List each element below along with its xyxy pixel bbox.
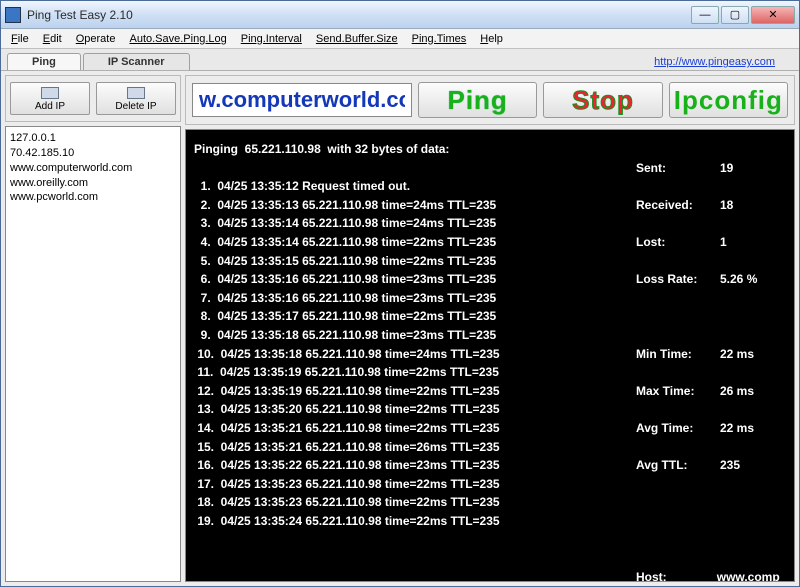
menubar: File Edit Operate Auto.Save.Ping.Log Pin… [1, 29, 799, 49]
stat-avg-label: Avg Time: [636, 419, 720, 438]
stat-avgttl-label: Avg TTL: [636, 456, 720, 475]
stat-max-label: Max Time: [636, 382, 720, 401]
add-ip-label: Add IP [35, 101, 65, 112]
add-ip-button[interactable]: Add IP [10, 82, 90, 115]
titlebar: Ping Test Easy 2.10 — ▢ ✕ [1, 1, 799, 29]
list-item[interactable]: 127.0.0.1 [10, 131, 176, 146]
window-title: Ping Test Easy 2.10 [27, 8, 691, 22]
stat-lost-label: Lost: [636, 233, 720, 252]
content-area: Add IP Delete IP 127.0.0.1 70.42.185.10 … [1, 71, 799, 586]
homepage-link[interactable]: http://www.pingeasy.com [648, 54, 781, 70]
minimize-button[interactable]: — [691, 6, 719, 24]
ip-list[interactable]: 127.0.0.1 70.42.185.10 www.computerworld… [5, 126, 181, 582]
stat-received-value: 18 [720, 196, 733, 215]
stat-received-label: Received: [636, 196, 720, 215]
maximize-button[interactable]: ▢ [721, 6, 749, 24]
console-output: Pinging 65.221.110.98 with 32 bytes of d… [185, 129, 795, 582]
menu-autosave[interactable]: Auto.Save.Ping.Log [123, 31, 232, 47]
console-stats: Sent:19 Received:18 Lost:1 Loss Rate:5.2… [624, 140, 786, 575]
computer-icon [41, 87, 59, 99]
left-panel: Add IP Delete IP 127.0.0.1 70.42.185.10 … [5, 75, 181, 582]
stat-avg-value: 22 ms [720, 419, 754, 438]
stat-min-label: Min Time: [636, 345, 720, 364]
stat-max-value: 26 ms [720, 382, 754, 401]
menu-edit[interactable]: Edit [37, 31, 68, 47]
stat-lost-value: 1 [720, 233, 727, 252]
stat-sent-label: Sent: [636, 159, 720, 178]
delete-ip-button[interactable]: Delete IP [96, 82, 176, 115]
host-input[interactable] [192, 83, 412, 117]
list-item[interactable]: www.pcworld.com [10, 190, 176, 205]
ping-button[interactable]: Ping [418, 82, 537, 118]
list-item[interactable]: www.computerworld.com [10, 161, 176, 176]
ipconfig-button[interactable]: Ipconfig [669, 82, 788, 118]
stat-host-label: Host: [636, 568, 717, 582]
menu-operate[interactable]: Operate [70, 31, 122, 47]
delete-ip-label: Delete IP [115, 101, 156, 112]
tab-ipscanner[interactable]: IP Scanner [83, 53, 190, 70]
list-item[interactable]: www.oreilly.com [10, 176, 176, 191]
console-lines: Pinging 65.221.110.98 with 32 bytes of d… [194, 140, 624, 575]
app-window: Ping Test Easy 2.10 — ▢ ✕ File Edit Oper… [0, 0, 800, 587]
stat-host-value: www.computerworld.com [717, 568, 786, 582]
window-controls: — ▢ ✕ [691, 6, 795, 24]
stat-sent-value: 19 [720, 159, 733, 178]
stat-lossrate-value: 5.26 % [720, 270, 757, 289]
menu-interval[interactable]: Ping.Interval [235, 31, 308, 47]
close-button[interactable]: ✕ [751, 6, 795, 24]
computer-icon [127, 87, 145, 99]
right-panel: Ping Stop Ipconfig Pinging 65.221.110.98… [185, 75, 795, 582]
menu-file[interactable]: File [5, 31, 35, 47]
ip-button-row: Add IP Delete IP [5, 75, 181, 122]
tabbar: Ping IP Scanner http://www.pingeasy.com [1, 49, 799, 71]
stat-avgttl-value: 235 [720, 456, 740, 475]
app-icon [5, 7, 21, 23]
menu-times[interactable]: Ping.Times [406, 31, 473, 47]
list-item[interactable]: 70.42.185.10 [10, 146, 176, 161]
tab-ping[interactable]: Ping [7, 53, 81, 70]
action-row: Ping Stop Ipconfig [185, 75, 795, 125]
stop-button[interactable]: Stop [543, 82, 662, 118]
menu-help[interactable]: Help [474, 31, 509, 47]
stat-min-value: 22 ms [720, 345, 754, 364]
stat-lossrate-label: Loss Rate: [636, 270, 720, 289]
menu-buffer[interactable]: Send.Buffer.Size [310, 31, 404, 47]
